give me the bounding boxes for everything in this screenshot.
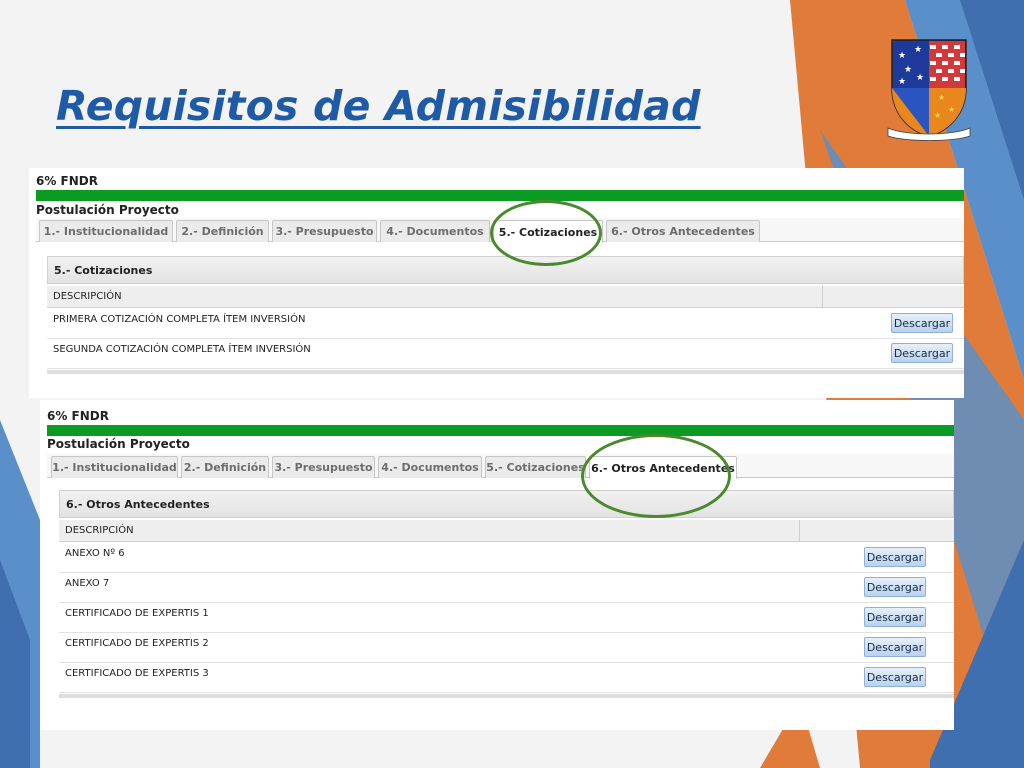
- column-separator: [799, 520, 800, 541]
- tab-documentos[interactable]: 4.- Documentos: [380, 220, 490, 242]
- svg-text:★: ★: [934, 111, 941, 120]
- descargar-button[interactable]: Descargar: [891, 313, 953, 333]
- regional-coat-of-arms-icon: ★★★ ★★ ★★★: [887, 39, 971, 141]
- table-row: PRIMERA COTIZACIÓN COMPLETA ÍTEM INVERSI…: [47, 309, 964, 339]
- grid-footer: [59, 694, 954, 698]
- tab-cotizaciones[interactable]: 5.- Cotizaciones: [485, 456, 586, 478]
- table-row: ANEXO Nº 6 Descargar: [59, 543, 954, 573]
- svg-text:★: ★: [948, 105, 955, 114]
- fndr-label: 6% FNDR: [47, 409, 109, 423]
- table-row: CERTIFICADO DE EXPERTIS 3 Descargar: [59, 663, 954, 693]
- row-description: ANEXO Nº 6: [65, 548, 125, 559]
- tab-presupuesto[interactable]: 3.- Presupuesto: [272, 456, 375, 478]
- panel-title: 5.- Cotizaciones: [47, 256, 964, 284]
- column-separator: [822, 286, 823, 307]
- tab-otros-antecedentes[interactable]: 6.- Otros Antecedentes: [606, 220, 760, 242]
- table-row: CERTIFICADO DE EXPERTIS 1 Descargar: [59, 603, 954, 633]
- slide-title: Requisitos de Admisibilidad: [56, 82, 701, 130]
- grid-header: DESCRIPCIÓN: [47, 286, 964, 308]
- green-progress-bar: [36, 190, 964, 201]
- highlight-circle-otros-antecedentes: [581, 434, 731, 518]
- svg-text:★: ★: [904, 65, 912, 75]
- descargar-button[interactable]: Descargar: [864, 547, 926, 567]
- table-row: ANEXO 7 Descargar: [59, 573, 954, 603]
- tab-bar: 1.- Institucionalidad 2.- Definición 3.-…: [47, 454, 954, 479]
- tab-institucionalidad[interactable]: 1.- Institucionalidad: [51, 456, 178, 478]
- green-progress-bar: [47, 425, 954, 436]
- column-header-descripcion: DESCRIPCIÓN: [65, 525, 134, 536]
- tab-institucionalidad[interactable]: 1.- Institucionalidad: [39, 220, 173, 242]
- descargar-button[interactable]: Descargar: [864, 667, 926, 687]
- table-row: CERTIFICADO DE EXPERTIS 2 Descargar: [59, 633, 954, 663]
- row-description: ANEXO 7: [65, 578, 110, 589]
- descargar-button[interactable]: Descargar: [864, 577, 926, 597]
- descargar-button[interactable]: Descargar: [864, 607, 926, 627]
- row-description: CERTIFICADO DE EXPERTIS 1: [65, 608, 209, 619]
- row-description: SEGUNDA COTIZACIÓN COMPLETA ÍTEM INVERSI…: [53, 344, 311, 355]
- row-description: PRIMERA COTIZACIÓN COMPLETA ÍTEM INVERSI…: [53, 314, 306, 325]
- descargar-button[interactable]: Descargar: [891, 343, 953, 363]
- screenshot-cotizaciones: 6% FNDR Postulación Proyecto 1.- Institu…: [29, 168, 964, 398]
- svg-text:★: ★: [916, 73, 924, 83]
- table-row: SEGUNDA COTIZACIÓN COMPLETA ÍTEM INVERSI…: [47, 339, 964, 369]
- descargar-button[interactable]: Descargar: [864, 637, 926, 657]
- svg-text:★: ★: [898, 77, 906, 87]
- row-description: CERTIFICADO DE EXPERTIS 3: [65, 668, 209, 679]
- postulacion-label: Postulación Proyecto: [47, 437, 190, 451]
- postulacion-label: Postulación Proyecto: [36, 203, 179, 217]
- panel-title: 6.- Otros Antecedentes: [59, 490, 954, 518]
- row-description: CERTIFICADO DE EXPERTIS 2: [65, 638, 209, 649]
- tab-documentos[interactable]: 4.- Documentos: [378, 456, 482, 478]
- tab-presupuesto[interactable]: 3.- Presupuesto: [272, 220, 377, 242]
- svg-text:★: ★: [898, 51, 906, 61]
- svg-text:★: ★: [938, 93, 945, 102]
- svg-text:★: ★: [914, 45, 922, 55]
- highlight-circle-cotizaciones: [490, 200, 602, 266]
- tab-definicion[interactable]: 2.- Definición: [176, 220, 269, 242]
- grid-footer: [47, 370, 964, 374]
- fndr-label: 6% FNDR: [36, 174, 98, 188]
- screenshot-otros-antecedentes: 6% FNDR Postulación Proyecto 1.- Institu…: [40, 400, 954, 730]
- column-header-descripcion: DESCRIPCIÓN: [53, 291, 122, 302]
- tab-definicion[interactable]: 2.- Definición: [181, 456, 269, 478]
- grid-header: DESCRIPCIÓN: [59, 520, 954, 542]
